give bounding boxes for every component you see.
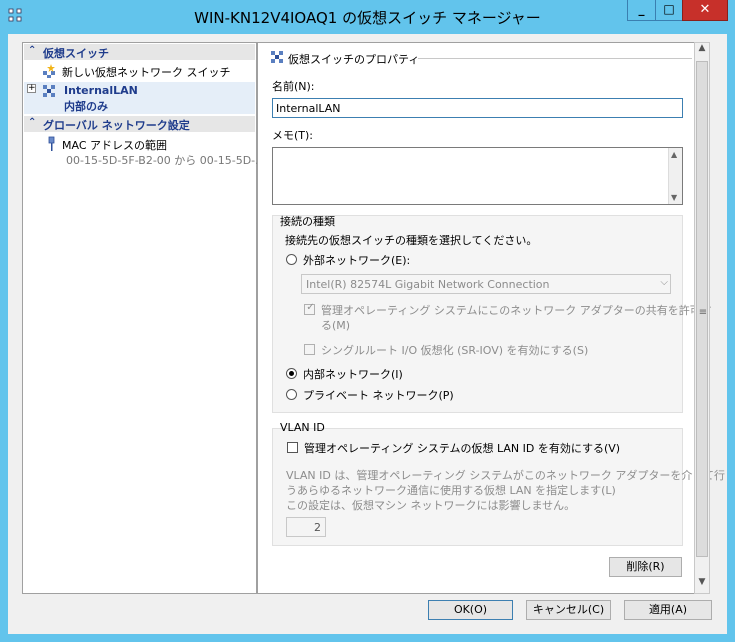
mac-range-title: MAC アドレスの範囲 xyxy=(62,139,167,152)
header-divider xyxy=(418,58,692,59)
notes-scrollbar[interactable]: ▲ ▼ xyxy=(668,148,682,204)
dialog-client-area: ⌃ 仮想スイッチ 新しい仮想ネットワーク スイッチ + InternalLAN … xyxy=(8,34,727,634)
private-network-label: プライベート ネットワーク(P) xyxy=(303,389,454,402)
title-bar[interactable]: WIN-KN12V4IOAQ1 の仮想スイッチ マネージャー _ □ ✕ xyxy=(0,0,735,34)
tree-section-label: グローバル ネットワーク設定 xyxy=(43,119,190,132)
adapter-value: Intel(R) 82574L Gigabit Network Connecti… xyxy=(306,278,550,291)
scroll-up-icon[interactable]: ▲ xyxy=(671,150,677,159)
external-network-label: 外部ネットワーク(E): xyxy=(303,254,411,267)
virtual-switch-manager-window: WIN-KN12V4IOAQ1 の仮想スイッチ マネージャー _ □ ✕ ⌃ 仮… xyxy=(0,0,735,642)
tree-item-internallan[interactable]: + InternalLAN 内部のみ xyxy=(24,82,255,114)
switch-name-input[interactable]: InternalLAN xyxy=(272,98,683,118)
name-label: 名前(N): xyxy=(272,80,315,93)
switch-name-value: InternalLAN xyxy=(276,102,341,115)
vlan-enable-checkbox[interactable] xyxy=(287,442,298,453)
scroll-down-icon[interactable]: ▼ xyxy=(695,577,709,593)
collapse-chevron-icon[interactable]: ⌃ xyxy=(28,45,36,56)
window-title: WIN-KN12V4IOAQ1 の仮想スイッチ マネージャー xyxy=(194,9,541,27)
network-switch-icon xyxy=(271,51,283,63)
grip-icon: ≡ xyxy=(698,307,708,318)
switch-properties-pane: 仮想スイッチのプロパティ 名前(N): InternalLAN メモ(T): ▲… xyxy=(257,42,725,594)
tree-item-label: 新しい仮想ネットワーク スイッチ xyxy=(62,66,231,79)
vlan-enable-label: 管理オペレーティング システムの仮想 LAN ID を有効にする(V) xyxy=(304,442,621,455)
properties-header: 仮想スイッチのプロパティ xyxy=(288,53,420,66)
vlan-id-input[interactable]: 2 xyxy=(286,517,326,537)
notes-textarea[interactable]: ▲ ▼ xyxy=(272,147,683,205)
ok-button[interactable]: OK(O) xyxy=(428,600,513,620)
switch-type-label: 内部のみ xyxy=(64,100,108,113)
internal-network-label: 内部ネットワーク(I) xyxy=(303,368,403,381)
network-cable-icon xyxy=(48,136,55,151)
allow-management-os-label-cont: る(M) xyxy=(321,319,351,332)
vlan-description-line3: この設定は、仮想マシン ネットワークには影響しません。 xyxy=(286,499,576,512)
close-icon: ✕ xyxy=(699,2,711,17)
remove-button[interactable]: 削除(R) xyxy=(609,557,682,577)
new-switch-star-icon xyxy=(43,64,55,78)
checkmark-icon: ✓ xyxy=(306,302,315,313)
tree-item-new-switch[interactable]: 新しい仮想ネットワーク スイッチ xyxy=(24,62,255,80)
private-network-radio[interactable] xyxy=(286,389,297,400)
mac-range-value: 00-15-5D-5F-B2-00 から 00-15-5D-... xyxy=(66,154,266,167)
close-button[interactable]: ✕ xyxy=(682,0,728,21)
switch-name-label: InternalLAN xyxy=(64,84,138,97)
tree-section-virtual-switches[interactable]: ⌃ 仮想スイッチ xyxy=(24,44,255,60)
connection-type-description: 接続先の仮想スイッチの種類を選択してください。 xyxy=(285,234,538,247)
expand-plus-icon[interactable]: + xyxy=(27,84,36,93)
allow-management-os-checkbox[interactable]: ✓ xyxy=(304,302,315,315)
sriov-checkbox[interactable] xyxy=(304,344,315,355)
sriov-label: シングルルート I/O 仮想化 (SR-IOV) を有効にする(S) xyxy=(321,344,589,357)
properties-scrollbar[interactable]: ▲ ≡ ▼ xyxy=(694,42,710,594)
network-switch-icon xyxy=(43,85,55,97)
vlan-id-title: VLAN ID xyxy=(280,421,325,434)
apply-button[interactable]: 適用(A) xyxy=(624,600,712,620)
chevron-down-icon: ⌵ xyxy=(660,277,668,288)
maximize-button[interactable]: □ xyxy=(655,0,683,21)
external-adapter-dropdown[interactable]: Intel(R) 82574L Gigabit Network Connecti… xyxy=(301,274,671,294)
maximize-icon: □ xyxy=(663,2,675,16)
connection-type-title: 接続の種類 xyxy=(280,215,335,228)
cancel-button[interactable]: キャンセル(C) xyxy=(526,600,611,620)
internal-network-radio[interactable] xyxy=(286,368,297,379)
minimize-button[interactable]: _ xyxy=(627,0,656,21)
allow-management-os-label: 管理オペレーティング システムにこのネットワーク アダプターの共有を許可す xyxy=(321,304,712,317)
scroll-down-icon[interactable]: ▼ xyxy=(671,193,677,202)
tree-item-mac-range[interactable]: MAC アドレスの範囲 00-15-5D-5F-B2-00 から 00-15-5… xyxy=(24,135,266,167)
tree-section-label: 仮想スイッチ xyxy=(43,47,109,60)
external-network-radio[interactable] xyxy=(286,254,297,265)
notes-label: メモ(T): xyxy=(272,129,314,142)
vlan-id-value: 2 xyxy=(314,521,321,534)
tree-section-global-settings[interactable]: ⌃ グローバル ネットワーク設定 xyxy=(24,116,255,132)
vlan-description-line2: うあらゆるネットワーク通信に使用する仮想 LAN を指定します(L) xyxy=(286,484,616,497)
scroll-up-icon[interactable]: ▲ xyxy=(695,43,709,59)
minimize-icon: _ xyxy=(638,2,645,16)
collapse-chevron-icon[interactable]: ⌃ xyxy=(28,117,36,128)
navigation-tree: ⌃ 仮想スイッチ 新しい仮想ネットワーク スイッチ + InternalLAN … xyxy=(22,42,266,594)
scroll-thumb[interactable]: ≡ xyxy=(696,61,708,557)
vlan-description-line1: VLAN ID は、管理オペレーティング システムがこのネットワーク アダプター… xyxy=(286,469,726,482)
